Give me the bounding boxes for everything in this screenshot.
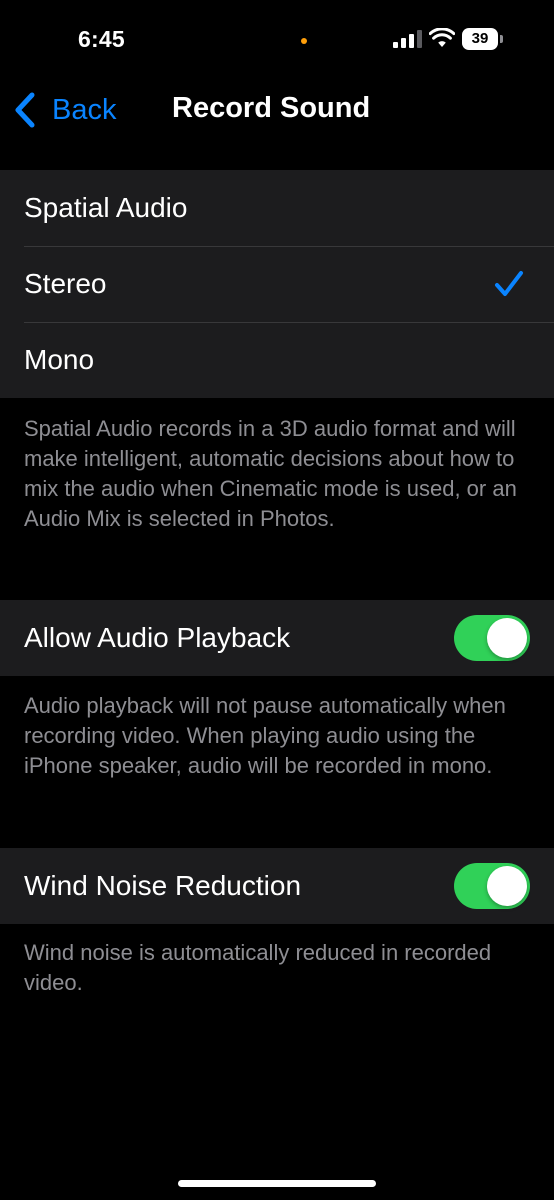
privacy-indicator-dot (301, 38, 307, 44)
wind-noise-toggle[interactable] (454, 863, 530, 909)
status-bar: 6:45 39 (0, 0, 554, 80)
audio-format-footer: Spatial Audio records in a 3D audio form… (24, 416, 517, 531)
option-label: Spatial Audio (24, 192, 188, 223)
battery-tip (500, 35, 503, 43)
wind-noise-group: Wind Noise Reduction (0, 848, 554, 924)
wifi-icon (429, 28, 455, 47)
option-stereo[interactable]: Stereo (0, 246, 554, 322)
audio-playback-label: Allow Audio Playback (24, 622, 291, 653)
nav-bar: Back Record Sound (0, 80, 554, 140)
status-time: 6:45 (78, 26, 125, 52)
page-title: Record Sound (172, 92, 371, 124)
signal-icon (393, 30, 422, 48)
audio-playback-footer: Audio playback will not pause automatica… (24, 693, 506, 778)
audio-format-group: Spatial Audio Stereo Mono (0, 170, 554, 398)
wind-noise-label: Wind Noise Reduction (24, 870, 302, 901)
back-label: Back (52, 93, 117, 126)
back-button[interactable]: Back (12, 88, 116, 132)
option-label: Mono (24, 344, 95, 375)
toggle-knob (487, 618, 527, 658)
home-indicator[interactable] (178, 1180, 376, 1187)
battery-level: 39 (462, 28, 498, 50)
chevron-left-icon (15, 92, 35, 128)
wind-noise-row: Wind Noise Reduction (0, 848, 554, 924)
option-mono[interactable]: Mono (0, 322, 554, 398)
audio-playback-group: Allow Audio Playback (0, 600, 554, 676)
wind-noise-footer: Wind noise is automatically reduced in r… (24, 940, 492, 995)
battery-icon: 39 (462, 28, 504, 50)
audio-playback-toggle[interactable] (454, 615, 530, 661)
checkmark-icon (495, 271, 523, 296)
option-label: Stereo (24, 268, 107, 299)
audio-playback-row: Allow Audio Playback (0, 600, 554, 676)
option-spatial-audio[interactable]: Spatial Audio (0, 170, 554, 246)
toggle-knob (487, 866, 527, 906)
